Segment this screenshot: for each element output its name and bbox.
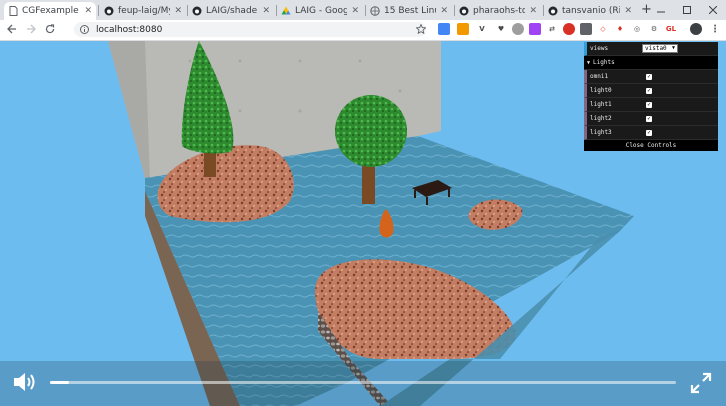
volume-icon[interactable] [12, 371, 38, 397]
controls-panel: views vista0 ▼ ▼ Lights omni1 ✓ light0 ✓… [584, 42, 718, 151]
light-checkbox[interactable]: ✓ [646, 74, 652, 80]
tab-strip: CGFexample ✕ feup-laig/MySce ✕ LAIG/shad… [0, 0, 726, 20]
tab-0[interactable]: CGFexample ✕ [4, 2, 96, 20]
views-select[interactable]: vista0 ▼ [642, 44, 678, 53]
close-icon[interactable]: ✕ [440, 6, 448, 16]
views-select-value: vista0 [645, 45, 667, 52]
light-label: light2 [590, 115, 612, 122]
close-icon[interactable]: ✕ [529, 6, 537, 16]
address-text: localhost:8080 [96, 24, 163, 35]
light-checkbox[interactable]: ✓ [646, 88, 652, 94]
extension-icon[interactable] [457, 23, 469, 35]
video-controls [0, 362, 726, 406]
tab-title: LAIG - Google Dr [295, 6, 348, 16]
github-icon [548, 6, 558, 16]
tab-title: 15 Best Linux Te [384, 6, 436, 16]
reload-icon[interactable] [43, 22, 57, 36]
tab-title: LAIG/shader.frag [206, 6, 258, 16]
light-row-light2: light2 ✓ [584, 112, 718, 126]
minimize-icon[interactable] [648, 0, 674, 20]
tab-6[interactable]: tansvanio (Ricar ✕ [544, 2, 636, 20]
extension-icon[interactable]: V [476, 23, 488, 35]
extension-icon[interactable] [529, 23, 541, 35]
light-label: light1 [590, 101, 612, 108]
browser-toolbar: localhost:8080 V ♥ ⇄ ◇ ♦ ◎ ⚙ GL ⋮ [0, 20, 726, 41]
tree-trunk [362, 164, 375, 204]
globe-icon [370, 6, 380, 16]
close-controls-button[interactable]: Close Controls [584, 140, 718, 151]
tab-4[interactable]: 15 Best Linux Te ✕ [366, 2, 452, 20]
extension-icon[interactable]: ◎ [631, 23, 643, 35]
google-drive-icon [281, 6, 291, 16]
concrete-wall-side [108, 41, 150, 181]
tab-title: pharaohs-tomb [473, 6, 526, 16]
menu-icon[interactable]: ⋮ [709, 23, 721, 35]
tab-2[interactable]: LAIG/shader.frag ✕ [188, 2, 274, 20]
close-icon[interactable]: ✕ [351, 6, 359, 16]
seek-bar[interactable] [50, 381, 676, 384]
tab-5[interactable]: pharaohs-tomb ✕ [455, 2, 541, 20]
extension-icon[interactable]: ♦ [614, 23, 626, 35]
github-icon [104, 6, 114, 16]
round-tree-crown [335, 95, 407, 167]
light-checkbox[interactable]: ✓ [646, 130, 652, 136]
back-icon[interactable] [5, 22, 19, 36]
views-label: views [590, 45, 609, 52]
extension-icon[interactable]: ⇄ [546, 23, 558, 35]
lights-folder-title: Lights [593, 59, 615, 66]
chevron-down-icon: ▼ [671, 45, 675, 51]
light-row-light1: light1 ✓ [584, 98, 718, 112]
forward-icon[interactable] [24, 22, 38, 36]
github-icon [459, 6, 469, 16]
extension-icon[interactable]: ◇ [597, 23, 609, 35]
avatar[interactable] [690, 23, 702, 35]
extension-icon[interactable]: ♥ [495, 23, 507, 35]
tab-title: feup-laig/MySce [118, 6, 170, 16]
lights-folder-header[interactable]: ▼ Lights [584, 56, 718, 70]
tab-title: CGFexample [22, 6, 79, 16]
info-icon[interactable] [80, 25, 89, 37]
light-label: light0 [590, 87, 612, 94]
light-checkbox[interactable]: ✓ [646, 102, 652, 108]
maximize-icon[interactable] [674, 0, 700, 20]
page-icon [8, 6, 18, 16]
extension-icon[interactable] [580, 23, 592, 35]
tab-1[interactable]: feup-laig/MySce ✕ [100, 2, 186, 20]
tab-separator [98, 5, 99, 16]
tab-3[interactable]: LAIG - Google Dr ✕ [277, 2, 363, 20]
address-bar[interactable]: localhost:8080 [74, 22, 426, 37]
close-icon[interactable]: ✕ [174, 6, 182, 16]
views-row: views vista0 ▼ [584, 42, 718, 56]
triangle-down-icon: ▼ [587, 59, 591, 66]
adblock-icon[interactable] [563, 23, 575, 35]
light-label: omni1 [590, 73, 609, 80]
fullscreen-icon[interactable] [690, 372, 712, 398]
close-icon[interactable]: ✕ [624, 6, 632, 16]
extension-icon[interactable]: ⚙ [648, 23, 660, 35]
window-close-icon[interactable] [700, 0, 726, 20]
tab-title: tansvanio (Ricar [562, 6, 621, 16]
close-icon[interactable]: ✕ [84, 6, 92, 16]
github-icon [192, 6, 202, 16]
close-icon[interactable]: ✕ [262, 6, 270, 16]
extension-icon[interactable] [438, 23, 450, 35]
light-label: light3 [590, 129, 612, 136]
extension-icon[interactable] [512, 23, 524, 35]
light-checkbox[interactable]: ✓ [646, 116, 652, 122]
light-row-light0: light0 ✓ [584, 84, 718, 98]
light-row-omni1: omni1 ✓ [584, 70, 718, 84]
seek-progress [50, 381, 69, 384]
extension-icon[interactable]: GL [665, 23, 677, 35]
light-row-light3: light3 ✓ [584, 126, 718, 140]
bookmark-star-icon[interactable] [414, 22, 428, 36]
